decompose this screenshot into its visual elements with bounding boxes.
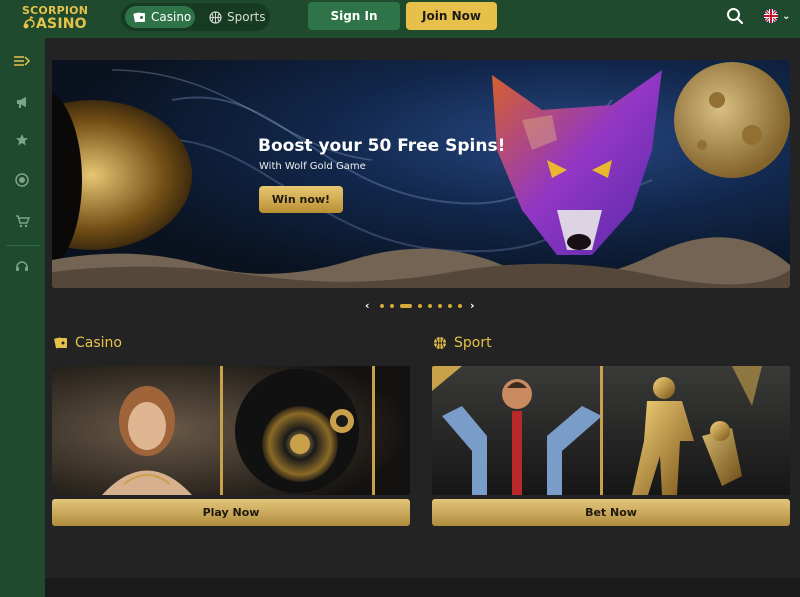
carousel-dot[interactable] xyxy=(458,304,462,308)
star-icon xyxy=(16,134,28,146)
carousel-prev-icon[interactable]: ‹ xyxy=(365,299,370,312)
carousel-dot[interactable] xyxy=(380,304,384,308)
brand-line-2: ASINO xyxy=(36,16,87,32)
sidebar-item-promotions[interactable] xyxy=(13,93,31,111)
carousel-dot[interactable] xyxy=(390,304,394,308)
headset-icon xyxy=(16,261,28,271)
banner-subtitle: With Wolf Gold Game xyxy=(259,161,366,172)
sidebar-item-collapse[interactable] xyxy=(13,52,31,70)
brand-logo[interactable]: SCORPION ASINO xyxy=(22,4,88,32)
collapse-menu-icon xyxy=(14,56,31,66)
cart-icon xyxy=(15,215,30,228)
sidebar-item-chips[interactable] xyxy=(13,171,31,189)
carousel-dot-active[interactable] xyxy=(400,304,412,308)
join-now-button[interactable]: Join Now xyxy=(406,2,497,30)
casino-artwork xyxy=(52,366,410,495)
carousel-dot[interactable] xyxy=(418,304,422,308)
banner-carousel: ‹ › xyxy=(360,299,480,313)
cards-icon xyxy=(133,11,145,22)
hero-banner[interactable]: Boost your 50 Free Spins! With Wolf Gold… xyxy=(52,60,790,288)
win-now-button[interactable]: Win now! xyxy=(259,186,343,213)
uk-flag-icon xyxy=(764,9,778,23)
language-selector[interactable]: ⌄ xyxy=(764,8,796,24)
poker-chip-icon xyxy=(15,173,29,187)
scorpion-icon xyxy=(23,16,35,29)
sidebar-divider xyxy=(6,245,40,246)
search-icon[interactable] xyxy=(726,7,744,25)
carousel-dot[interactable] xyxy=(428,304,432,308)
sport-card-image[interactable] xyxy=(432,366,790,495)
carousel-next-icon[interactable]: › xyxy=(470,299,475,312)
chevron-down-icon: ⌄ xyxy=(782,10,791,22)
megaphone-icon xyxy=(17,97,26,108)
bet-now-button[interactable]: Bet Now xyxy=(432,499,790,526)
basketball-icon xyxy=(209,10,222,24)
cards-icon xyxy=(54,337,67,349)
sidebar-item-support[interactable] xyxy=(13,258,31,276)
carousel-dot[interactable] xyxy=(438,304,442,308)
casino-section-label: Casino xyxy=(75,335,122,351)
tab-sports[interactable]: Sports xyxy=(203,6,267,28)
sport-section-title: Sport xyxy=(433,335,492,351)
wolf-banner-artwork xyxy=(52,60,790,288)
sign-in-button[interactable]: Sign In xyxy=(308,2,400,30)
sidebar-item-shop[interactable] xyxy=(13,212,31,230)
tab-casino-label: Casino xyxy=(151,10,192,24)
product-switcher: Casino Sports xyxy=(121,3,270,31)
tab-casino[interactable]: Casino xyxy=(125,6,195,28)
footer-strip xyxy=(45,578,800,597)
sport-artwork xyxy=(432,366,790,495)
sport-section-label: Sport xyxy=(454,335,492,351)
basketball-icon xyxy=(434,337,446,349)
sidebar-item-favorites[interactable] xyxy=(13,131,31,149)
sidebar xyxy=(0,38,45,597)
banner-title: Boost your 50 Free Spins! xyxy=(258,136,506,156)
tab-sports-label: Sports xyxy=(227,10,266,24)
top-bar: SCORPION ASINO Casino Sports Sign In Joi… xyxy=(0,0,800,38)
play-now-button[interactable]: Play Now xyxy=(52,499,410,526)
carousel-dot[interactable] xyxy=(448,304,452,308)
casino-card-image[interactable] xyxy=(52,366,410,495)
casino-section-title: Casino xyxy=(54,335,122,351)
